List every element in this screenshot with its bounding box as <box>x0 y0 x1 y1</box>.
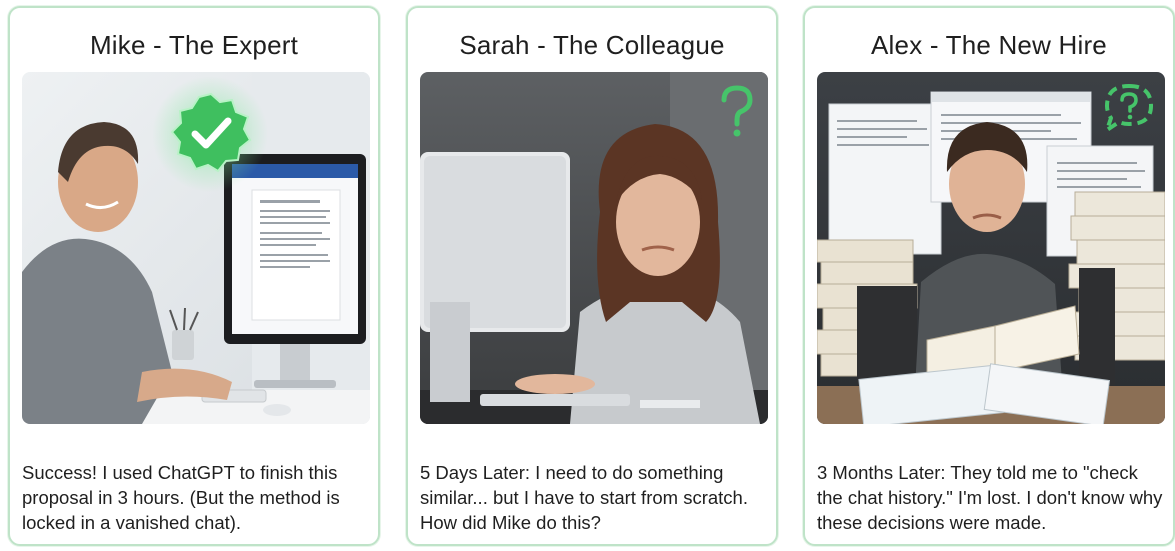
persona-card-sarah: Sarah - The Colleague 5 Days Later: I ne… <box>406 6 778 546</box>
chat-question-icon <box>1105 84 1153 132</box>
card-caption: 3 Months Later: They told me to "check t… <box>817 462 1163 533</box>
sarah-illustration <box>420 72 768 424</box>
card-title: Alex - The New Hire <box>871 30 1107 60</box>
persona-cards-row: Mike - The Expert Success! I used ChatGP… <box>0 0 1175 551</box>
alex-illustration <box>817 72 1165 424</box>
card-caption: Success! I used ChatGPT to finish this p… <box>22 462 340 533</box>
card-caption: 5 Days Later: I need to do something sim… <box>420 462 748 533</box>
persona-card-alex: Alex - The New Hire 3 Months Later: They… <box>803 6 1175 546</box>
mike-illustration <box>22 72 370 424</box>
check-badge-icon <box>170 92 252 173</box>
question-mark-icon <box>721 85 753 137</box>
persona-card-mike: Mike - The Expert Success! I used ChatGP… <box>8 6 380 546</box>
card-title: Sarah - The Colleague <box>459 30 725 60</box>
card-title: Mike - The Expert <box>89 30 299 60</box>
